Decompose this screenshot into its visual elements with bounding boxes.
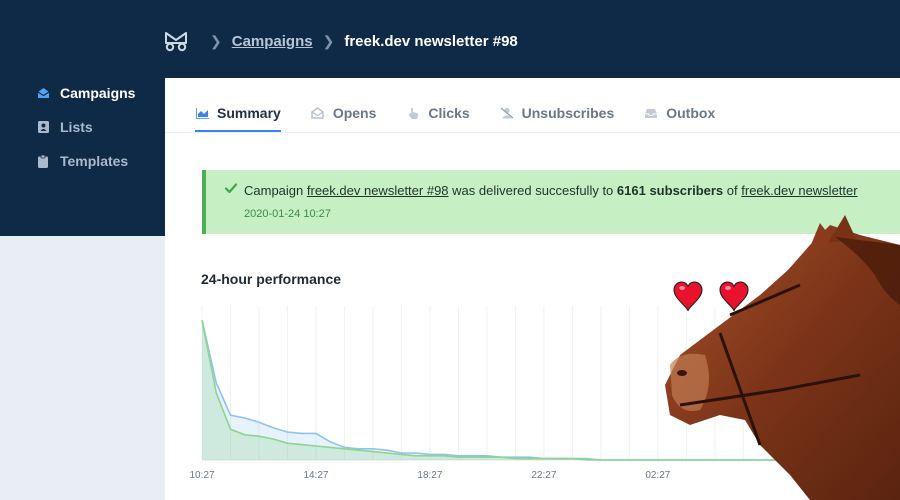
check-icon [224, 181, 238, 195]
tab-divider [165, 132, 900, 133]
page-title: freek.dev newsletter #98 [344, 32, 518, 50]
pointer-hand-icon [406, 106, 420, 120]
alert-text: of [726, 183, 738, 198]
campaign-link[interactable]: freek.dev newsletter #98 [307, 183, 449, 198]
tab-opens[interactable]: Opens [311, 96, 377, 132]
address-book-icon [36, 120, 50, 134]
envelope-open-icon [311, 106, 325, 120]
sidebar-background [0, 236, 165, 500]
list-link[interactable]: freek.dev newsletter [741, 183, 857, 198]
x-tick-label: 10:27 [189, 470, 214, 481]
sidebar-item-label: Campaigns [60, 85, 136, 101]
envelope-open-icon [36, 86, 50, 100]
heart-eyes-icon [673, 281, 749, 312]
sidebar-item-templates[interactable]: Templates [36, 144, 135, 178]
user-slash-icon [500, 106, 514, 120]
tab-summary[interactable]: Summary [195, 96, 281, 132]
tab-bar: Summary Opens Clicks Unsubscribes Outbox [195, 96, 745, 132]
sidebar-item-campaigns[interactable]: Campaigns [36, 76, 135, 110]
breadcrumb-campaigns-link[interactable]: Campaigns [232, 33, 313, 50]
tab-label: Opens [332, 105, 377, 121]
sidebar-item-label: Lists [60, 119, 93, 135]
sidebar-nav: Campaigns Lists Templates [36, 76, 135, 178]
chart-area-icon [195, 106, 209, 120]
mailcoach-logo-icon[interactable] [162, 27, 190, 55]
tab-clicks[interactable]: Clicks [406, 96, 470, 132]
tab-label: Clicks [428, 105, 470, 121]
sidebar-item-lists[interactable]: Lists [36, 110, 135, 144]
horse-heart-eyes-image [665, 215, 900, 500]
sidebar-item-label: Templates [60, 153, 129, 169]
chevron-right-icon: ❯ [210, 32, 222, 49]
alert-text: Campaign [244, 183, 304, 198]
tab-outbox[interactable]: Outbox [644, 96, 715, 132]
alert-message: Campaign freek.dev newsletter #98 was de… [244, 183, 858, 198]
tab-label: Outbox [666, 105, 716, 121]
inbox-icon [644, 106, 658, 120]
x-tick-label: 22:27 [531, 470, 556, 481]
tab-label: Summary [217, 105, 281, 121]
performance-title: 24-hour performance [201, 271, 342, 287]
sent-date: 2020-01-24 10:27 [244, 208, 331, 220]
chevron-right-icon: ❯ [322, 32, 335, 49]
tab-unsubscribes[interactable]: Unsubscribes [500, 96, 615, 132]
alert-text: was delivered succesfully to [452, 183, 614, 198]
breadcrumb: ❯ Campaigns ❯ freek.dev newsletter #98 [162, 26, 518, 56]
x-tick-label: 18:27 [417, 470, 442, 481]
subscriber-count: 6161 subscribers [616, 183, 724, 198]
tab-label: Unsubscribes [521, 105, 615, 121]
x-tick-label: 14:27 [303, 470, 328, 481]
clipboard-icon [36, 154, 50, 168]
